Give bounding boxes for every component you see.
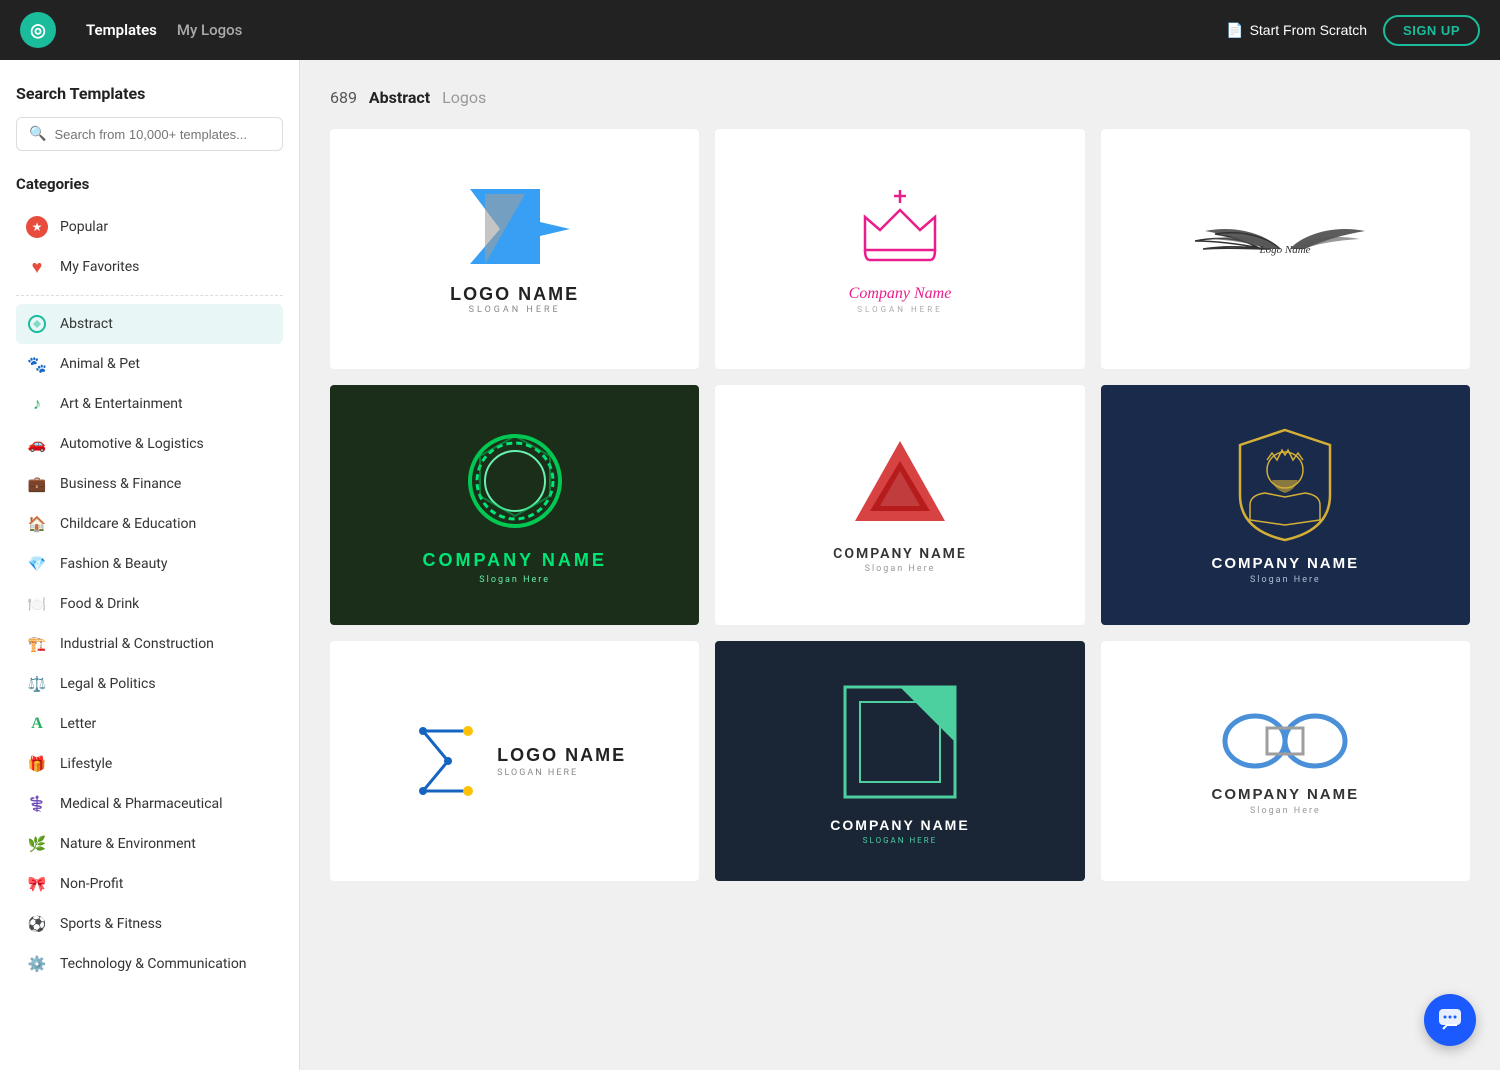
search-box: 🔍 bbox=[16, 117, 283, 151]
art-entertainment-label: Art & Entertainment bbox=[60, 396, 183, 412]
letter-icon: A bbox=[26, 713, 48, 735]
sidebar-item-automotive-logistics[interactable]: 🚗 Automotive & Logistics bbox=[16, 424, 283, 464]
logo-card-3[interactable]: Logo Name bbox=[1101, 129, 1470, 369]
favorites-label: My Favorites bbox=[60, 259, 139, 275]
medical-pharmaceutical-icon: ⚕️ bbox=[26, 793, 48, 815]
logos-label: Logos bbox=[442, 88, 486, 107]
sidebar-item-industrial-construction[interactable]: 🏗️ Industrial & Construction bbox=[16, 624, 283, 664]
logo-card-5[interactable]: COMPANY NAME Slogan Here bbox=[715, 385, 1084, 625]
sidebar-item-childcare-education[interactable]: 🏠 Childcare & Education bbox=[16, 504, 283, 544]
sidebar-title: Search Templates bbox=[16, 84, 283, 103]
non-profit-icon: 🎀 bbox=[26, 873, 48, 895]
start-scratch-label: Start From Scratch bbox=[1250, 22, 1367, 38]
result-count: 689 bbox=[330, 88, 357, 107]
childcare-education-label: Childcare & Education bbox=[60, 516, 196, 532]
logo-grid: LOGO NAME SLOGAN HERE bbox=[330, 129, 1470, 881]
sidebar-item-letter[interactable]: A Letter bbox=[16, 704, 283, 744]
header: ◎ Templates My Logos 📄 Start From Scratc… bbox=[0, 0, 1500, 60]
food-drink-label: Food & Drink bbox=[60, 596, 139, 612]
nature-environment-icon: 🌿 bbox=[26, 833, 48, 855]
sidebar-item-popular[interactable]: ★ Popular bbox=[16, 207, 283, 247]
sidebar-item-business-finance[interactable]: 💼 Business & Finance bbox=[16, 464, 283, 504]
main-layout: Search Templates 🔍 Categories ★ Popular … bbox=[0, 60, 1500, 1070]
sidebar-item-abstract[interactable]: Abstract bbox=[16, 304, 283, 344]
sidebar-item-non-profit[interactable]: 🎀 Non-Profit bbox=[16, 864, 283, 904]
logo-card-8[interactable]: COMPANY NAME SLOGAN HERE bbox=[715, 641, 1084, 881]
logo-card-4[interactable]: COMPANY NAME Slogan Here bbox=[330, 385, 699, 625]
sidebar-item-lifestyle[interactable]: 🎁 Lifestyle bbox=[16, 744, 283, 784]
logo-card-2[interactable]: Company Name SLOGAN HERE bbox=[715, 129, 1084, 369]
content-category: Abstract bbox=[369, 88, 430, 107]
abstract-label: Abstract bbox=[60, 316, 113, 332]
logo-card-9[interactable]: COMPANY NAME Slogan Here bbox=[1101, 641, 1470, 881]
content-area: 689 Abstract Logos LOGO NAME SLOGAN HERE bbox=[300, 60, 1500, 1070]
letter-label: Letter bbox=[60, 716, 96, 732]
sidebar-item-animal-pet[interactable]: 🐾 Animal & Pet bbox=[16, 344, 283, 384]
technology-communication-icon: ⚙️ bbox=[26, 953, 48, 975]
sidebar-item-legal-politics[interactable]: ⚖️ Legal & Politics bbox=[16, 664, 283, 704]
popular-label: Popular bbox=[60, 219, 108, 235]
logo-card-7[interactable]: LOGO NAME SLOGAN HERE bbox=[330, 641, 699, 881]
animal-pet-icon: 🐾 bbox=[26, 353, 48, 375]
sidebar-item-food-drink[interactable]: 🍽️ Food & Drink bbox=[16, 584, 283, 624]
legal-politics-label: Legal & Politics bbox=[60, 676, 156, 692]
content-header: 689 Abstract Logos bbox=[330, 88, 1470, 107]
chat-bubble-button[interactable] bbox=[1424, 994, 1476, 1046]
animal-pet-label: Animal & Pet bbox=[60, 356, 140, 372]
favorites-icon: ♥ bbox=[26, 256, 48, 278]
nature-environment-label: Nature & Environment bbox=[60, 836, 196, 852]
medical-pharmaceutical-label: Medical & Pharmaceutical bbox=[60, 796, 223, 812]
lifestyle-label: Lifestyle bbox=[60, 756, 112, 772]
art-entertainment-icon: ♪ bbox=[26, 393, 48, 415]
automotive-logistics-label: Automotive & Logistics bbox=[60, 436, 204, 452]
nav-my-logos[interactable]: My Logos bbox=[177, 21, 243, 39]
sidebar-item-technology-communication[interactable]: ⚙️ Technology & Communication bbox=[16, 944, 283, 984]
sidebar-item-sports-fitness[interactable]: ⚽ Sports & Fitness bbox=[16, 904, 283, 944]
sports-fitness-label: Sports & Fitness bbox=[60, 916, 162, 932]
sidebar-item-medical-pharmaceutical[interactable]: ⚕️ Medical & Pharmaceutical bbox=[16, 784, 283, 824]
sidebar-item-art-entertainment[interactable]: ♪ Art & Entertainment bbox=[16, 384, 283, 424]
sports-fitness-icon: ⚽ bbox=[26, 913, 48, 935]
industrial-construction-icon: 🏗️ bbox=[26, 633, 48, 655]
lifestyle-icon: 🎁 bbox=[26, 753, 48, 775]
non-profit-label: Non-Profit bbox=[60, 876, 123, 892]
fashion-beauty-icon: 💎 bbox=[26, 553, 48, 575]
sidebar: Search Templates 🔍 Categories ★ Popular … bbox=[0, 60, 300, 1070]
svg-text:Logo Name: Logo Name bbox=[1259, 244, 1311, 256]
childcare-education-icon: 🏠 bbox=[26, 513, 48, 535]
legal-politics-icon: ⚖️ bbox=[26, 673, 48, 695]
document-icon: 📄 bbox=[1226, 22, 1243, 39]
app-logo[interactable]: ◎ bbox=[20, 12, 56, 48]
categories-title: Categories bbox=[16, 175, 283, 193]
business-finance-label: Business & Finance bbox=[60, 476, 181, 492]
logo-card-1[interactable]: LOGO NAME SLOGAN HERE bbox=[330, 129, 699, 369]
sidebar-divider bbox=[16, 295, 283, 296]
technology-communication-label: Technology & Communication bbox=[60, 956, 247, 972]
sign-up-button[interactable]: SIGN UP bbox=[1383, 15, 1480, 46]
start-from-scratch-button[interactable]: 📄 Start From Scratch bbox=[1226, 22, 1367, 39]
food-drink-icon: 🍽️ bbox=[26, 593, 48, 615]
abstract-icon bbox=[26, 313, 48, 335]
fashion-beauty-label: Fashion & Beauty bbox=[60, 556, 168, 572]
header-nav: Templates My Logos bbox=[86, 21, 242, 39]
sidebar-item-nature-environment[interactable]: 🌿 Nature & Environment bbox=[16, 824, 283, 864]
search-input[interactable] bbox=[54, 127, 270, 142]
nav-templates[interactable]: Templates bbox=[86, 21, 157, 39]
sidebar-item-favorites[interactable]: ♥ My Favorites bbox=[16, 247, 283, 287]
popular-icon: ★ bbox=[26, 216, 48, 238]
business-finance-icon: 💼 bbox=[26, 473, 48, 495]
search-icon: 🔍 bbox=[29, 126, 46, 142]
header-right: 📄 Start From Scratch SIGN UP bbox=[1226, 15, 1480, 46]
logo-card-6[interactable]: COMPANY NAME Slogan Here bbox=[1101, 385, 1470, 625]
industrial-construction-label: Industrial & Construction bbox=[60, 636, 214, 652]
automotive-logistics-icon: 🚗 bbox=[26, 433, 48, 455]
sidebar-item-fashion-beauty[interactable]: 💎 Fashion & Beauty bbox=[16, 544, 283, 584]
